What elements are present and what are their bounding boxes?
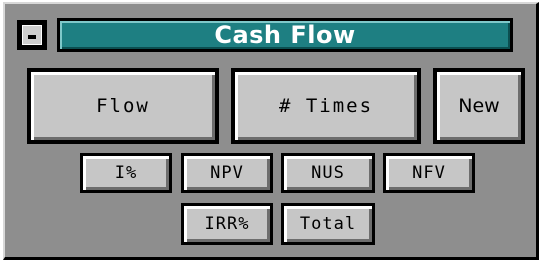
flow-button[interactable]: Flow xyxy=(27,68,219,144)
window-title-bar[interactable]: Cash Flow xyxy=(57,18,513,52)
npv-button[interactable]: NPV xyxy=(181,153,273,193)
nfv-button[interactable]: NFV xyxy=(383,153,475,193)
cash-flow-window: Cash Flow Flow # Times New I% NPV NUS NF… xyxy=(3,2,539,260)
close-box-icon[interactable] xyxy=(17,20,47,50)
window-title: Cash Flow xyxy=(214,21,356,49)
times-button[interactable]: # Times xyxy=(231,68,421,144)
new-button[interactable]: New xyxy=(433,68,525,144)
nus-button[interactable]: NUS xyxy=(281,153,375,193)
i-percent-button[interactable]: I% xyxy=(80,153,172,193)
total-button[interactable]: Total xyxy=(281,203,375,245)
title-bar: Cash Flow xyxy=(17,16,527,54)
irr-percent-button[interactable]: IRR% xyxy=(181,203,273,245)
